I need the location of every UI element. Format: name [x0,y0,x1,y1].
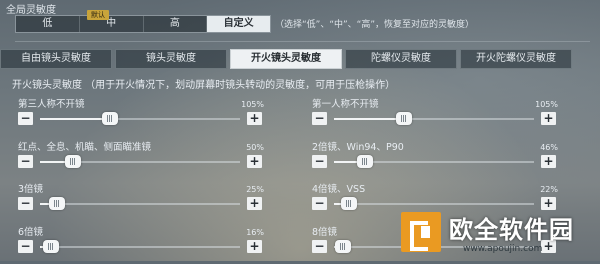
slider-thumb[interactable] [65,155,82,168]
tab-free-camera[interactable]: 自由镜头灵敏度 [0,49,112,69]
watermark-title: 欧全软件园 [449,216,574,244]
increase-button[interactable]: + [247,240,262,253]
slider-thumb[interactable] [102,112,118,125]
slider-value: 105% [535,100,558,109]
increase-button[interactable]: + [247,155,262,168]
slider-label: 3倍镜 [18,184,44,195]
slider-track[interactable] [40,197,240,210]
slider-value: 22% [540,185,558,194]
sensitivity-tabs: 自由镜头灵敏度 镜头灵敏度 开火镜头灵敏度 陀螺仪灵敏度 开火陀螺仪灵敏度 [0,49,600,69]
slider-label: 第三人称不开镜 [18,99,85,110]
slider-track[interactable] [40,240,240,253]
slider-thumb[interactable] [335,240,352,253]
slider-thumb[interactable] [48,197,65,210]
divider [15,41,590,42]
slider-thumb[interactable] [356,155,373,168]
slider-label: 红点、全息、机瞄、侧面瞄准镜 [18,142,152,153]
increase-button[interactable]: + [541,155,556,168]
slider-track[interactable] [334,112,534,125]
tab-firing-camera[interactable]: 开火镜头灵敏度 [230,49,342,69]
slider-track[interactable] [40,155,240,168]
preset-high[interactable]: 高 [144,16,208,32]
decrease-button[interactable]: − [312,240,327,253]
default-badge: 默认 [87,10,109,20]
slider-track[interactable] [334,155,534,168]
slider-row: 红点、全息、机瞄、侧面瞄准镜 50% − + [18,139,288,179]
slider-track[interactable] [334,197,534,210]
slider-row: 2倍镜、Win94、P90 46% − + [312,139,582,179]
slider-value: 16% [246,228,264,237]
slider-label: 2倍镜、Win94、P90 [312,142,404,153]
slider-row: 3倍镜 25% − + [18,181,288,221]
slider-row: 第一人称不开镜 105% − + [312,96,582,136]
slider-fill [40,118,110,120]
slider-track[interactable] [40,112,240,125]
watermark-logo-icon [401,212,441,252]
slider-label: 4倍镜、VSS [312,184,366,195]
slider-row: 6倍镜 16% − + [18,224,288,264]
slider-thumb[interactable] [340,197,357,210]
watermark: 欧全软件园 www.apoujin.com [393,206,593,261]
watermark-url: www.apoujin.com [463,244,543,254]
slider-row: 第三人称不开镜 105% − + [18,96,288,136]
tab-camera[interactable]: 镜头灵敏度 [115,49,227,69]
slider-value: 105% [241,100,264,109]
decrease-button[interactable]: − [18,112,33,125]
preset-low[interactable]: 低 [16,16,80,32]
decrease-button[interactable]: − [312,155,327,168]
decrease-button[interactable]: − [312,112,327,125]
slider-label: 第一人称不开镜 [312,99,379,110]
increase-button[interactable]: + [247,112,262,125]
increase-button[interactable]: + [541,112,556,125]
slider-thumb[interactable] [42,240,59,253]
preset-label: 低 [42,18,53,29]
tab-firing-gyroscope[interactable]: 开火陀螺仪灵敏度 [460,49,572,69]
preset-bar: 低 中 高 自定义 [15,15,271,33]
slider-value: 50% [246,143,264,152]
slider-fill [334,118,404,120]
slider-label: 6倍镜 [18,227,44,238]
preset-hint: （选择“低”、“中”、“高”，恢复至对应的灵敏度） [275,20,474,30]
section-title: 全局灵敏度 [6,5,56,16]
panel-title: 开火镜头灵敏度 （用于开火情况下，划动屏幕时镜头转动的灵敏度，可用于压枪操作） [12,80,396,91]
preset-label: 高 [169,18,180,29]
decrease-button[interactable]: − [312,197,327,210]
slider-thumb[interactable] [396,112,412,125]
slider-value: 46% [540,143,558,152]
decrease-button[interactable]: − [18,155,33,168]
decrease-button[interactable]: − [18,197,33,210]
preset-custom[interactable]: 自定义 [207,16,270,32]
increase-button[interactable]: + [247,197,262,210]
preset-label: 自定义 [223,18,254,29]
slider-label: 8倍镜 [312,227,338,238]
tab-gyroscope[interactable]: 陀螺仪灵敏度 [345,49,457,69]
slider-value: 25% [246,185,264,194]
decrease-button[interactable]: − [18,240,33,253]
